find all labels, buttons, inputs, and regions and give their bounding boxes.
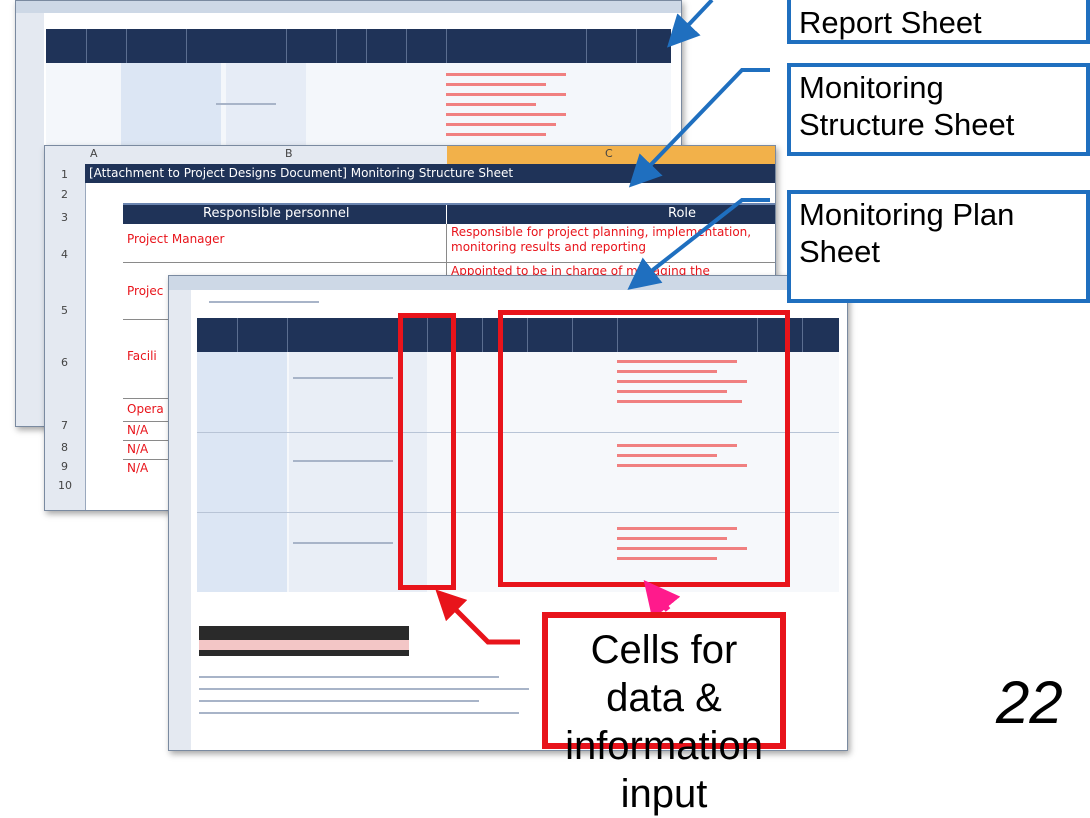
callout-plan-sheet-label: Monitoring Plan Sheet [799,197,1015,269]
report-sheet-left-gutter [16,13,44,426]
report-sheet-title-bar [16,1,681,13]
personnel-project-manager: Project Manager [127,232,225,246]
row-num-6: 6 [61,356,68,369]
structure-table-header: Responsible personnel Role [123,203,775,224]
row-num-1: 1 [61,168,68,181]
input-highlight-narrow [398,313,456,590]
row-num-2: 2 [61,188,68,201]
callout-structure-sheet: Monitoring Structure Sheet [787,63,1090,156]
plan-sheet-footer-table [199,626,409,656]
col-b-label: B [285,147,293,160]
col-a-label: A [90,147,98,160]
personnel-na-3: N/A [127,461,149,475]
callout-structure-sheet-label: Monitoring Structure Sheet [799,70,1015,142]
header-role: Role [668,206,697,221]
callout-report-sheet: Report Sheet [787,0,1090,44]
row-num-10: 10 [58,479,72,492]
row-num-5: 5 [61,304,68,317]
col-c-label: C [605,147,613,160]
structure-row-gutter: 1 2 3 4 5 6 7 8 9 10 [45,164,86,510]
structure-col-header: A B C [45,146,775,165]
input-cells-label-text: Cells for data & information input [565,628,763,816]
row-num-3: 3 [61,211,68,224]
role-project-manager: Responsible for project planning, implem… [451,225,752,254]
header-responsible-personnel: Responsible personnel [203,206,350,221]
row-num-8: 8 [61,441,68,454]
structure-title-row: [Attachment to Project Designs Document]… [85,164,775,183]
page-number: 22 [996,669,1063,736]
personnel-na-2: N/A [127,442,149,456]
report-sheet-header-band [46,29,671,63]
plan-sheet-title-bar [169,276,847,290]
input-cells-label: Cells for data & information input [542,612,786,816]
row-num-9: 9 [61,460,68,473]
personnel-facility: Facili [127,349,157,363]
input-highlight-wide [498,310,790,587]
plan-sheet-left-gutter [169,290,191,750]
row-num-7: 7 [61,419,68,432]
row-num-4: 4 [61,248,68,261]
arrow-report-icon [667,0,714,48]
personnel-operator: Opera [127,402,164,416]
callout-report-sheet-label: Report Sheet [799,5,982,40]
structure-title: [Attachment to Project Designs Document]… [89,166,514,180]
personnel-project: Projec [127,284,164,298]
callout-plan-sheet: Monitoring Plan Sheet [787,190,1090,303]
personnel-na-1: N/A [127,423,149,437]
